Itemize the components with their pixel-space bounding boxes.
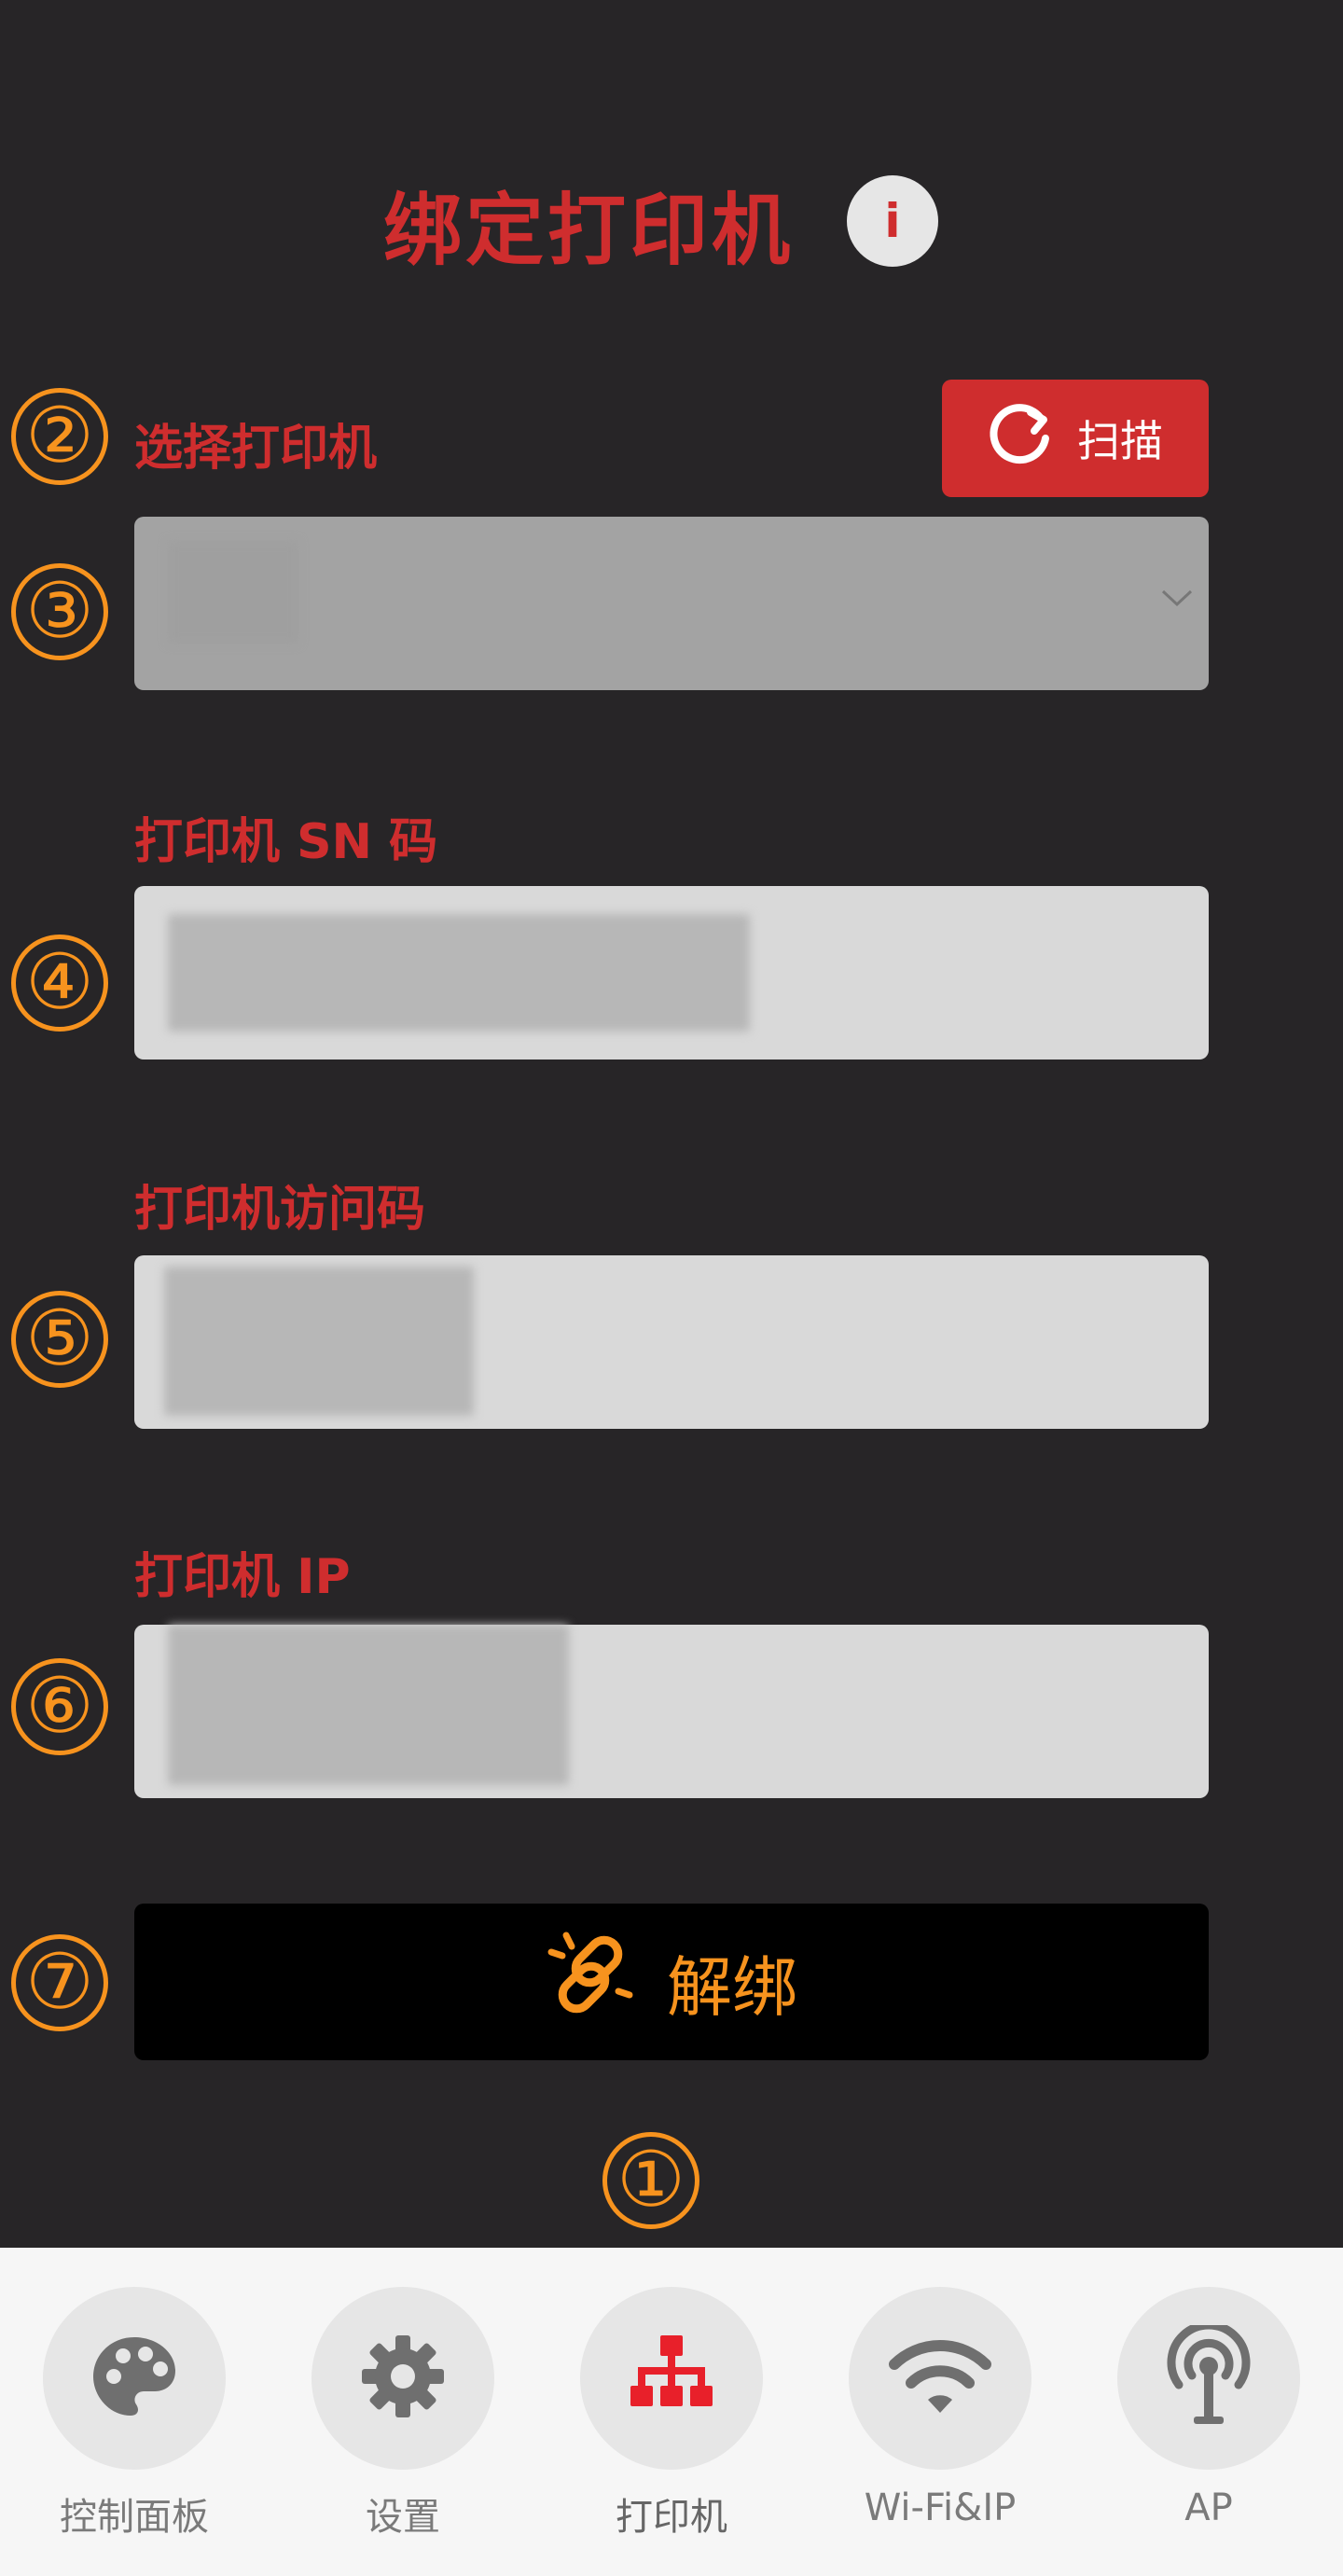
refresh-icon — [988, 401, 1053, 477]
bottom-nav: 控制面板 设置 打印机 Wi-Fi&IP AP — [0, 2248, 1343, 2576]
page-title: 绑定打印机 — [382, 185, 794, 276]
redacted-access-code — [164, 1267, 474, 1416]
printer-network-icon — [625, 2330, 718, 2427]
nav-item-wifi[interactable]: Wi-Fi&IP — [849, 2287, 1031, 2529]
marker-2: ② — [11, 388, 108, 485]
redacted-ip-value — [168, 1625, 569, 1785]
marker-1: ① — [602, 2132, 699, 2229]
marker-7: ⑦ — [11, 1934, 108, 2031]
chevron-down-icon — [1160, 588, 1194, 612]
wifi-icon — [889, 2334, 991, 2422]
marker-4: ④ — [11, 935, 108, 1032]
ip-input[interactable] — [134, 1625, 1209, 1798]
ip-label: 打印机 IP — [134, 1549, 351, 1605]
sn-input[interactable] — [134, 886, 1209, 1059]
nav-circle — [312, 2287, 494, 2470]
nav-circle — [849, 2287, 1031, 2470]
nav-item-settings[interactable]: 设置 — [312, 2287, 494, 2541]
nav-label-wifi: Wi-Fi&IP — [864, 2486, 1017, 2529]
access-code-input[interactable] — [134, 1255, 1209, 1429]
palette-icon — [88, 2330, 181, 2427]
scan-button[interactable]: 扫描 — [942, 380, 1209, 497]
gear-icon — [358, 2332, 448, 2425]
nav-item-printer[interactable]: 打印机 — [580, 2287, 763, 2541]
printer-select[interactable] — [134, 517, 1209, 690]
access-code-label: 打印机访问码 — [134, 1182, 426, 1238]
marker-5: ⑤ — [11, 1291, 108, 1388]
unbind-button-label: 解绑 — [667, 1948, 797, 2026]
sn-label: 打印机 SN 码 — [134, 814, 438, 870]
nav-label-ap: AP — [1184, 2486, 1233, 2529]
redacted-printer-name — [168, 541, 298, 644]
antenna-icon — [1162, 2320, 1255, 2431]
nav-circle — [1117, 2287, 1300, 2470]
nav-label-printer: 打印机 — [616, 2496, 727, 2539]
redacted-sn-value — [168, 914, 750, 1032]
scan-button-label: 扫描 — [1077, 416, 1163, 466]
nav-label-control-panel: 控制面板 — [60, 2496, 209, 2539]
unbind-button[interactable]: 解绑 — [134, 1904, 1209, 2060]
info-button[interactable]: i — [847, 175, 938, 267]
nav-circle — [580, 2287, 763, 2470]
nav-circle — [43, 2287, 226, 2470]
marker-3: ③ — [11, 563, 108, 660]
select-printer-label: 选择打印机 — [134, 421, 378, 477]
nav-label-settings: 设置 — [366, 2496, 440, 2539]
broken-link-icon — [546, 1930, 635, 2035]
nav-item-control-panel[interactable]: 控制面板 — [43, 2287, 226, 2541]
nav-item-ap[interactable]: AP — [1117, 2287, 1300, 2529]
marker-6: ⑥ — [11, 1658, 108, 1755]
